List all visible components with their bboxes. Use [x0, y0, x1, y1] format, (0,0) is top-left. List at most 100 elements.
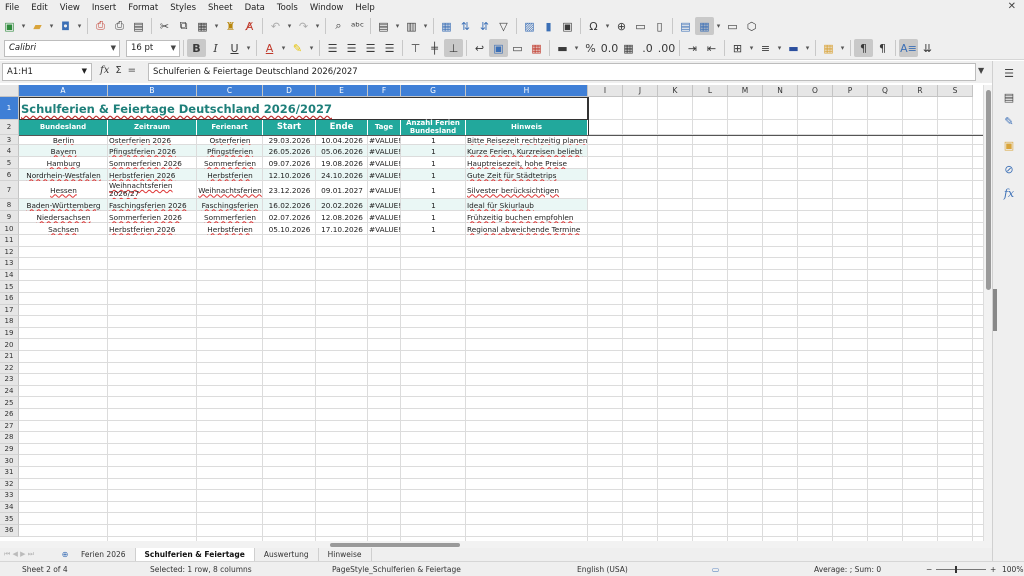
table-cell[interactable]: Faschingsferien 2026 [108, 199, 197, 211]
table-cell[interactable]: Herbstferien 2026 [108, 169, 197, 181]
table-cell[interactable]: Bayern [19, 145, 108, 157]
row-header-12[interactable]: 12 [0, 246, 19, 259]
row-header-16[interactable]: 16 [0, 293, 19, 305]
column-header-g[interactable]: G [401, 85, 466, 97]
insert-chart-icon[interactable]: ▮ [539, 17, 558, 35]
format-currency-icon[interactable]: ▬ [553, 39, 572, 57]
highlight-color-icon[interactable]: ✎ [288, 39, 307, 57]
table-cell[interactable]: Silvester berücksichtigen [466, 181, 588, 199]
table-cell[interactable]: #VALUE! [368, 157, 401, 169]
row-header-34[interactable]: 34 [0, 501, 19, 514]
font-color-dropdown-icon[interactable]: ▾ [279, 39, 288, 57]
autofilter-icon[interactable]: ▽ [494, 17, 513, 35]
right-to-left-icon[interactable]: ¶ [873, 39, 892, 57]
table-cell[interactable]: 17.10.2026 [316, 223, 368, 235]
table-cell[interactable]: 23.12.2026 [263, 181, 316, 199]
define-print-area-icon[interactable]: ▤ [676, 17, 695, 35]
row-dropdown-icon[interactable]: ▾ [393, 17, 402, 35]
align-middle-icon[interactable]: ╪ [425, 39, 444, 57]
close-document-icon[interactable]: ✕ [1008, 1, 1016, 12]
table-cell[interactable]: Nordrhein-Westfalen [19, 169, 108, 181]
row-header-28[interactable]: 28 [0, 432, 19, 444]
formula-equals-icon[interactable]: = [128, 65, 136, 76]
styles-icon[interactable]: ✎ [1002, 115, 1016, 129]
menu-help[interactable]: Help [355, 3, 374, 13]
sort-ascending-icon[interactable]: ⇅ [456, 17, 475, 35]
column-header-cell[interactable]: Start [263, 120, 316, 135]
zoom-slider-knob[interactable] [955, 566, 957, 573]
row-header-29[interactable]: 29 [0, 443, 19, 456]
column-header-cell[interactable]: Zeitraum [108, 120, 197, 135]
table-cell[interactable]: 09.01.2027 [316, 181, 368, 199]
unmerge-cells-icon[interactable]: ▦ [527, 39, 546, 57]
insert-image-icon[interactable]: ▨ [520, 17, 539, 35]
table-cell[interactable]: Sommerferien [197, 211, 263, 223]
table-cell[interactable]: Herbstferien [197, 169, 263, 181]
table-cell[interactable]: Weihnachtsferien 2026/27 [108, 181, 197, 199]
row-header-15[interactable]: 15 [0, 281, 19, 293]
border-style-icon[interactable]: ≡ [756, 39, 775, 57]
table-cell[interactable]: Hessen [19, 181, 108, 199]
freeze-dropdown-icon[interactable]: ▾ [714, 17, 723, 35]
border-color-icon[interactable]: ▬ [784, 39, 803, 57]
clone-formatting-icon[interactable]: ♜ [221, 17, 240, 35]
table-cell[interactable]: Hamburg [19, 157, 108, 169]
currency-dropdown-icon[interactable]: ▾ [572, 39, 581, 57]
table-cell[interactable]: 10.04.2026 [316, 135, 368, 145]
table-cell[interactable]: Osterferien [197, 135, 263, 145]
chevron-down-icon[interactable]: ▼ [171, 44, 176, 52]
row-header-4[interactable]: 4 [0, 145, 19, 157]
paste-icon[interactable]: ▦ [193, 17, 212, 35]
font-size-combo[interactable]: 16 pt ▼ [126, 39, 180, 57]
merge-center-icon[interactable]: ▣ [489, 39, 508, 57]
tab-sheet-4[interactable]: Hinweise [319, 548, 372, 561]
table-cell[interactable]: #VALUE! [368, 223, 401, 235]
table-cell[interactable]: Herbstferien [197, 223, 263, 235]
table-cell[interactable]: #VALUE! [368, 169, 401, 181]
justify-icon[interactable]: ☰ [380, 39, 399, 57]
hyperlink-icon[interactable]: ⊕ [612, 17, 631, 35]
row-header-22[interactable]: 22 [0, 362, 19, 375]
copy-icon[interactable]: ⧉ [174, 17, 193, 35]
column-header-cell[interactable]: Hinweis [466, 120, 588, 135]
row-icon[interactable]: ▤ [374, 17, 393, 35]
table-cell[interactable]: 1 [401, 169, 466, 181]
table-cell[interactable]: 1 [401, 157, 466, 169]
left-to-right-icon[interactable]: ¶ [854, 39, 873, 57]
special-character-dropdown-icon[interactable]: ▾ [603, 17, 612, 35]
show-draw-functions-icon[interactable]: ⬡ [742, 17, 761, 35]
select-all-corner[interactable] [0, 85, 19, 97]
tab-sheet-3[interactable]: Auswertung [255, 548, 319, 561]
new-dropdown-icon[interactable]: ▾ [19, 17, 28, 35]
table-cell[interactable]: Weihnachtsferien [197, 181, 263, 199]
spelling-icon[interactable]: ᵃᵇᶜ [348, 17, 367, 35]
row-header-10[interactable]: 10 [0, 223, 19, 235]
save-dropdown-icon[interactable]: ▾ [75, 17, 84, 35]
table-cell[interactable]: 16.02.2026 [263, 199, 316, 211]
column-header-cell[interactable]: Ende [316, 120, 368, 135]
column-header-q[interactable]: Q [868, 85, 903, 97]
column-header-r[interactable]: R [903, 85, 938, 97]
table-cell[interactable]: #VALUE! [368, 199, 401, 211]
table-cell[interactable]: #VALUE! [368, 135, 401, 145]
table-cell[interactable]: Pfingstferien [197, 145, 263, 157]
table-cell[interactable]: 1 [401, 211, 466, 223]
menu-data[interactable]: Data [245, 3, 265, 13]
table-cell[interactable]: 19.08.2026 [316, 157, 368, 169]
table-cell[interactable]: #VALUE! [368, 211, 401, 223]
tab-sheet-1[interactable]: Ferien 2026 [72, 548, 136, 561]
column-header-h[interactable]: H [466, 85, 588, 97]
table-cell[interactable]: Baden-Württemberg [19, 199, 108, 211]
zoom-in-icon[interactable]: + [990, 565, 996, 574]
table-cell[interactable]: 1 [401, 199, 466, 211]
menu-styles[interactable]: Styles [170, 3, 196, 13]
table-cell[interactable]: Kurze Ferien, Kurzreisen beliebt [466, 145, 588, 157]
horizontal-scrollbar[interactable] [0, 541, 992, 548]
freeze-rows-columns-icon[interactable]: ▦ [695, 17, 714, 35]
table-cell[interactable]: Gute Zeit für Städtetrips [466, 169, 588, 181]
sum-icon[interactable]: Σ [115, 65, 121, 76]
clear-formatting-icon[interactable]: A̸ [240, 17, 259, 35]
navigator-icon[interactable]: ⊘ [1002, 163, 1016, 177]
chevron-down-icon[interactable]: ▼ [82, 67, 87, 75]
column-header-c[interactable]: C [197, 85, 263, 97]
